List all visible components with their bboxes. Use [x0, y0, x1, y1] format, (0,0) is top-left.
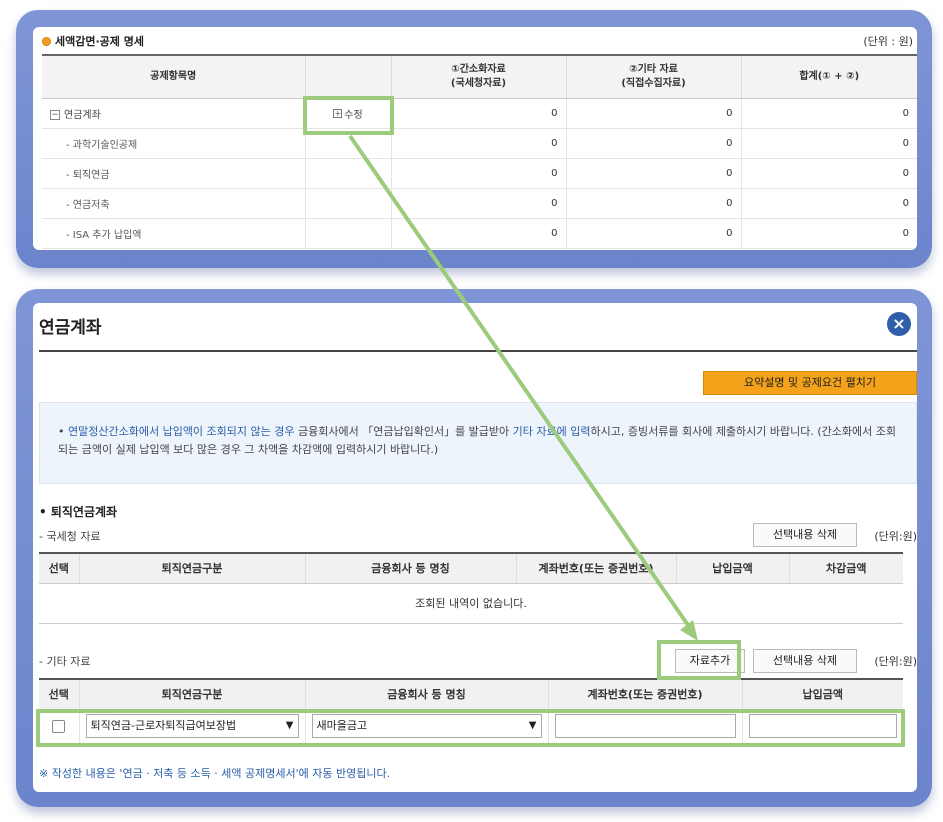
section-title: 세액감면·공제 명세 [42, 33, 144, 49]
col-header: 금융회사 등 명칭 [305, 678, 549, 710]
table-row: - 퇴직연금 0 0 0 [42, 158, 917, 189]
cell-value: 0 [391, 158, 567, 189]
deduction-summary-panel: 세액감면·공제 명세 (단위 : 원) 공제항목명 ①간소화자료 (국세청자료) … [33, 27, 917, 250]
cell-value: 0 [741, 218, 917, 249]
cell-value: 0 [741, 188, 917, 219]
collapse-icon[interactable]: − [50, 109, 60, 120]
col-header-blank [305, 54, 392, 99]
row-name: - ISA 추가 납입액 [42, 218, 306, 249]
empty-row: 조회된 내역이 없습니다. [39, 583, 903, 624]
table-row: - 과학기술인공제 0 0 0 [42, 128, 917, 159]
row-name[interactable]: − 연금계좌 [42, 98, 306, 129]
cell-value: 0 [391, 218, 567, 249]
col-header: 금융회사 등 명칭 [305, 552, 517, 584]
cell-value: 0 [391, 98, 567, 129]
cell-value: 0 [741, 158, 917, 189]
col-header-item: 공제항목명 [42, 54, 306, 99]
close-icon[interactable]: × [887, 312, 911, 336]
cell-value: 0 [566, 158, 742, 189]
row-name: - 연금저축 [42, 188, 306, 219]
table-header-row: 선택 퇴직연금구분 금융회사 등 명칭 계좌번호(또는 증권번호) 납입금액 차… [39, 552, 903, 584]
cell-value: 0 [566, 188, 742, 219]
highlight-row-box [36, 709, 905, 747]
nts-table: 선택 퇴직연금구분 금융회사 등 명칭 계좌번호(또는 증권번호) 납입금액 차… [39, 552, 903, 624]
info-notice: • 연말정산간소화에서 납입액이 조회되지 않는 경우 금융회사에서 「연금납입… [39, 402, 917, 484]
summary-expand-button[interactable]: 요약설명 및 공제요건 펼치기 [703, 371, 917, 395]
delete-selected-button-other[interactable]: 선택내용 삭제 [753, 649, 857, 673]
col-header: 계좌번호(또는 증권번호) [516, 552, 677, 584]
col-header-simplified: ①간소화자료 (국세청자료) [391, 54, 567, 99]
unit-label: (단위 : 원) [863, 35, 913, 48]
col-header: 선택 [39, 552, 80, 584]
col-header: 납입금액 [676, 552, 790, 584]
table-header-row: 선택 퇴직연금구분 금융회사 등 명칭 계좌번호(또는 증권번호) 납입금액 [39, 678, 903, 710]
col-header: 차감금액 [789, 552, 903, 584]
cell-value: 0 [391, 188, 567, 219]
cell-value: 0 [741, 98, 917, 129]
nts-data-label: - 국세청 자료 [39, 530, 101, 543]
delete-selected-button-nts[interactable]: 선택내용 삭제 [753, 523, 857, 547]
unit-label: (단위:원) [874, 655, 917, 668]
cell-value: 0 [741, 128, 917, 159]
title-divider [39, 350, 917, 352]
col-header-total: 합계(① + ②) [741, 54, 917, 99]
cell-value: 0 [566, 218, 742, 249]
section-title-text: 세액감면·공제 명세 [55, 35, 144, 48]
cell-value: 0 [566, 98, 742, 129]
deduction-table: 공제항목명 ①간소화자료 (국세청자료) ②기타 자료 (직접수집자료) 합계(① … [42, 54, 917, 249]
empty-message: 조회된 내역이 없습니다. [39, 583, 903, 624]
unit-label: (단위:원) [874, 530, 917, 543]
col-header: 퇴직연금구분 [79, 678, 306, 710]
other-data-label: - 기타 자료 [39, 655, 91, 668]
col-header: 퇴직연금구분 [79, 552, 306, 584]
row-name: - 과학기술인공제 [42, 128, 306, 159]
section-title: • 퇴직연금계좌 [39, 505, 118, 519]
table-row: − 연금계좌 + 수정 0 0 0 [42, 98, 917, 129]
table-header-row: 공제항목명 ①간소화자료 (국세청자료) ②기타 자료 (직접수집자료) 합계(① … [42, 54, 917, 99]
col-header-other: ②기타 자료 (직접수집자료) [566, 54, 742, 99]
col-header: 계좌번호(또는 증권번호) [548, 678, 743, 710]
cell-value: 0 [566, 128, 742, 159]
col-header: 선택 [39, 678, 80, 710]
auto-reflect-note: ※ 작성한 내용은 '연금 · 저축 등 소득 · 세액 공제명세서'에 자동 … [39, 767, 391, 780]
row-name: - 퇴직연금 [42, 158, 306, 189]
table-row: - 연금저축 0 0 0 [42, 188, 917, 219]
cell-value: 0 [391, 128, 567, 159]
deduction-summary-frame: 세액감면·공제 명세 (단위 : 원) 공제항목명 ①간소화자료 (국세청자료) … [16, 10, 932, 268]
popup-title: 연금계좌 [39, 318, 102, 338]
highlight-add-box [657, 640, 741, 680]
table-row: - ISA 추가 납입액 0 0 0 [42, 218, 917, 249]
highlight-edit-box [303, 96, 394, 135]
bullet-icon [42, 36, 51, 46]
col-header: 납입금액 [742, 678, 903, 710]
